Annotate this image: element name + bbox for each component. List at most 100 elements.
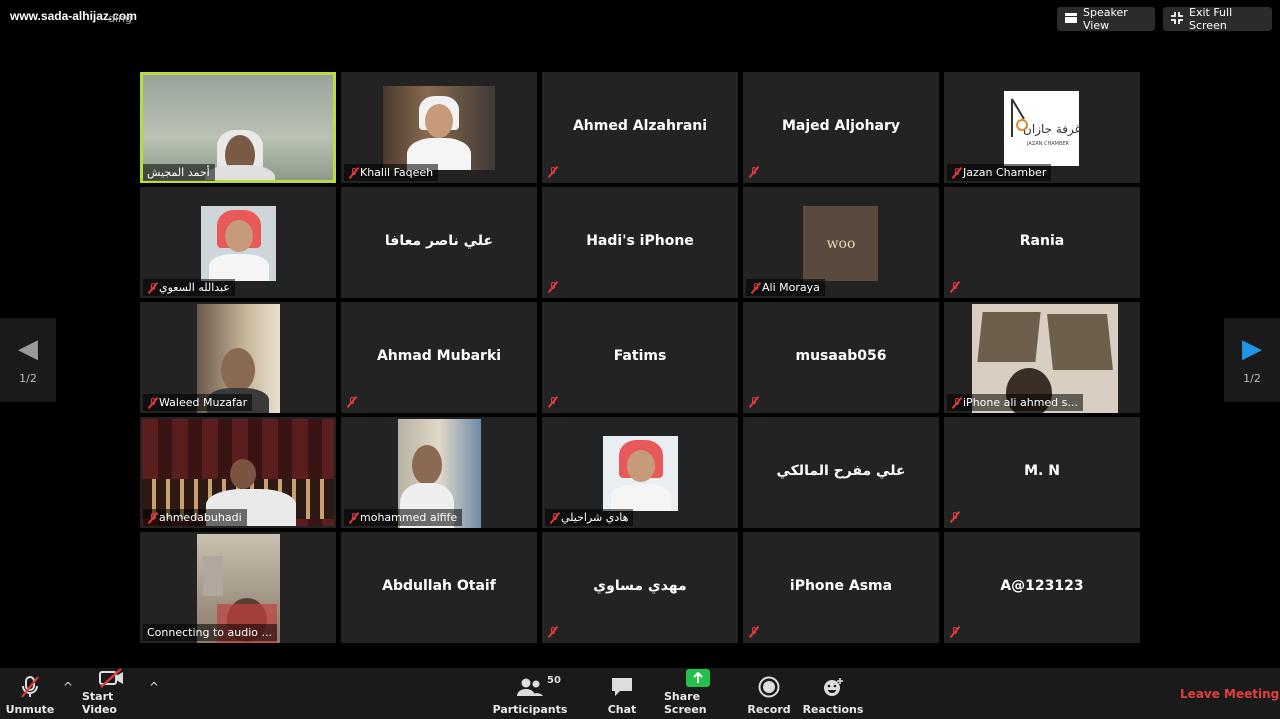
participant-name-label: Ali Moraya — [746, 279, 825, 296]
participant-name: M. N — [1024, 463, 1060, 479]
participant-tile[interactable]: Ahmed Alzahrani — [542, 72, 738, 183]
mic-muted-icon — [750, 281, 762, 294]
exit-full-screen-icon — [1171, 11, 1183, 27]
mic-muted-icon — [346, 395, 358, 409]
participant-tile[interactable]: علي مفرح المالكي — [743, 417, 939, 528]
participant-tile[interactable]: musaab056 — [743, 302, 939, 413]
participant-tile[interactable]: مهدي مساوي — [542, 532, 738, 643]
start-video-button[interactable]: Start Video — [82, 668, 142, 719]
participant-name: Fatims — [613, 348, 667, 364]
meeting-toolbar: Unmute ^ Start Video ^ Participants 50 C… — [0, 668, 1280, 719]
participant-name-label: أحمد المجيش — [143, 164, 215, 181]
participant-name: علي ناصر معافا — [384, 233, 494, 249]
reactions-icon — [821, 673, 845, 701]
start-video-label: Start Video — [82, 690, 117, 716]
participant-name-label: Khalil Faqeeh — [344, 164, 439, 181]
participant-tile[interactable]: Khalil Faqeeh — [341, 72, 537, 183]
participant-name-label: mohammed alfife — [344, 509, 463, 526]
speaker-view-label: Speaker View — [1083, 6, 1128, 32]
share-screen-label: Share Screen — [664, 690, 707, 716]
participant-name-label: ahmedabuhadi — [143, 509, 247, 526]
reactions-button[interactable]: Reactions — [803, 668, 863, 719]
record-button[interactable]: Record — [747, 668, 791, 719]
audio-options-caret[interactable]: ^ — [63, 680, 73, 694]
participant-tile[interactable]: Rania — [944, 187, 1140, 298]
participant-tile[interactable]: Waleed Muzafar — [140, 302, 336, 413]
chat-label: Chat — [607, 703, 637, 716]
participant-name: علي مفرح المالكي — [776, 463, 906, 479]
participant-name: Ahmad Mubarki — [376, 348, 502, 364]
speaker-view-button[interactable]: Speaker View — [1057, 6, 1155, 32]
mic-muted-icon — [547, 395, 559, 409]
mic-muted-icon — [547, 280, 559, 294]
participant-tile[interactable]: Majed Aljohary — [743, 72, 939, 183]
participant-name-label: هادي شراحيلي — [545, 509, 634, 526]
participant-name-label: Waleed Muzafar — [143, 394, 253, 411]
participant-name: Majed Aljohary — [781, 118, 901, 134]
unmute-button[interactable]: Unmute — [6, 668, 54, 719]
participants-count: 50 — [547, 675, 561, 686]
participant-name: مهدي مساوي — [593, 578, 687, 594]
participant-name: Abdullah Otaif — [382, 578, 496, 594]
participant-tile[interactable]: ahmedabuhadi — [140, 417, 336, 528]
page-indicator-left: 1/2 — [19, 371, 37, 385]
jazan-chamber-logo: غرفة جازان JAZAN CHAMBER — [1004, 91, 1079, 166]
participant-tile[interactable]: Abdullah Otaif — [341, 532, 537, 643]
mic-muted-icon — [748, 395, 760, 409]
participant-tile[interactable]: Connecting to audio ... — [140, 532, 336, 643]
participant-tile[interactable]: هادي شراحيلي — [542, 417, 738, 528]
profile-picture: woo — [803, 206, 878, 281]
mic-muted-icon — [19, 673, 41, 701]
previous-page-button[interactable]: ◀ 1/2 — [0, 318, 56, 402]
participant-tile[interactable]: Fatims — [542, 302, 738, 413]
participant-name: Hadi's iPhone — [586, 233, 694, 249]
participant-name: Rania — [1019, 233, 1065, 249]
chat-icon — [610, 673, 634, 701]
leave-meeting-button[interactable]: Leave Meeting — [1180, 687, 1279, 701]
participant-tile[interactable]: iPhone ali ahmed s... — [944, 302, 1140, 413]
record-icon — [758, 673, 780, 701]
mic-muted-icon — [949, 625, 961, 639]
participant-tile[interactable]: Ahmad Mubarki — [341, 302, 537, 413]
mic-muted-icon — [147, 511, 159, 524]
share-screen-button[interactable]: Share Screen — [664, 668, 732, 719]
exit-full-screen-button[interactable]: Exit Full Screen — [1163, 6, 1272, 32]
participant-name-label: Jazan Chamber — [947, 164, 1052, 181]
mic-muted-icon — [147, 281, 159, 294]
mic-muted-icon — [748, 625, 760, 639]
participant-tile[interactable]: woo Ali Moraya — [743, 187, 939, 298]
participant-tile[interactable]: Hadi's iPhone — [542, 187, 738, 298]
participant-tile[interactable]: علي ناصر معافا — [341, 187, 537, 298]
participant-tile[interactable]: أحمد المجيش — [140, 72, 336, 183]
mic-muted-icon — [547, 165, 559, 179]
gallery-grid: أحمد المجيش Khalil Faqeeh Ahmed Alzahran… — [140, 72, 1140, 646]
next-page-button[interactable]: ▶ 1/2 — [1224, 318, 1280, 402]
participant-name: musaab056 — [795, 348, 887, 364]
logo-text: غرفة جازان — [1023, 122, 1079, 137]
top-bar: www.sada-alhijaz.com ding Speaker View E… — [0, 0, 1280, 40]
exit-full-screen-label: Exit Full Screen — [1189, 6, 1233, 32]
mic-muted-icon — [147, 396, 159, 409]
participant-tile[interactable]: A@123123 — [944, 532, 1140, 643]
share-screen-icon — [685, 668, 711, 688]
reactions-label: Reactions — [802, 703, 864, 716]
participant-name-label: iPhone ali ahmed s... — [947, 394, 1083, 411]
chevron-left-icon: ◀ — [18, 333, 38, 364]
chevron-right-icon: ▶ — [1242, 333, 1262, 364]
participant-video — [383, 86, 495, 170]
speaker-view-icon — [1065, 12, 1077, 26]
participant-name: iPhone Asma — [789, 578, 893, 594]
mic-muted-icon — [949, 510, 961, 524]
participant-tile[interactable]: M. N — [944, 417, 1140, 528]
participant-tile[interactable]: mohammed alfife — [341, 417, 537, 528]
participant-tile[interactable]: iPhone Asma — [743, 532, 939, 643]
logo-subtext: JAZAN CHAMBER — [1026, 141, 1070, 147]
participant-tile[interactable]: غرفة جازان JAZAN CHAMBER Jazan Chamber — [944, 72, 1140, 183]
participants-icon — [516, 673, 544, 701]
video-options-caret[interactable]: ^ — [149, 680, 159, 694]
participant-tile[interactable]: عبدالله السعوي — [140, 187, 336, 298]
participants-label: Participants — [492, 703, 568, 716]
mic-muted-icon — [549, 511, 561, 524]
chat-button[interactable]: Chat — [602, 668, 642, 719]
record-label: Record — [747, 703, 791, 716]
